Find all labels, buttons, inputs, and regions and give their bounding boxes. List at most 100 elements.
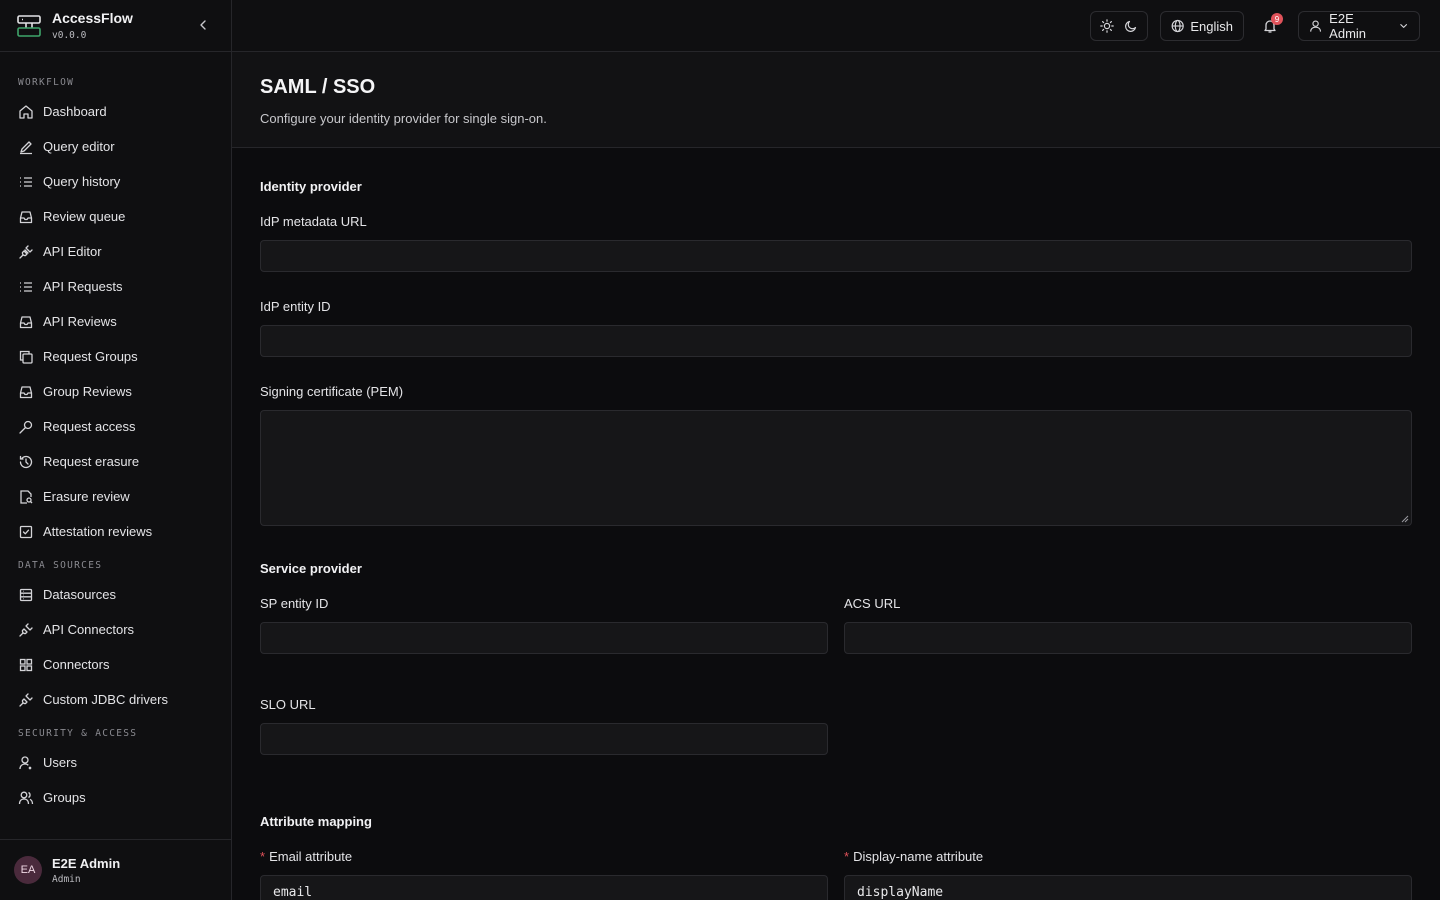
users-icon bbox=[18, 791, 34, 804]
slo-url-input[interactable] bbox=[260, 723, 828, 755]
brand-version: v0.0.0 bbox=[52, 30, 87, 41]
sidebar-item-request-erasure[interactable]: Request erasure bbox=[0, 444, 231, 479]
theme-toggle-group bbox=[1090, 11, 1148, 41]
page-title: SAML / SSO bbox=[260, 76, 376, 98]
sidebar-item-label: Attestation reviews bbox=[43, 524, 153, 539]
sp-entity-id-input[interactable] bbox=[260, 622, 828, 654]
sidebar: AccessFlow v0.0.0 WORKFLOW Dashboard Que… bbox=[0, 0, 232, 900]
server-logo-icon bbox=[17, 14, 41, 37]
sp-entity-id-label: SP entity ID bbox=[260, 596, 329, 611]
home-icon bbox=[19, 104, 33, 119]
sidebar-item-api-reviews[interactable]: API Reviews bbox=[0, 304, 231, 339]
sidebar-item-api-editor[interactable]: API Editor bbox=[0, 234, 231, 269]
inbox-icon bbox=[19, 315, 33, 328]
brand-header: AccessFlow v0.0.0 bbox=[0, 0, 231, 52]
sidebar-item-users[interactable]: Users bbox=[0, 745, 231, 780]
section-attribute-mapping-title: Attribute mapping bbox=[260, 814, 372, 829]
sun-icon[interactable] bbox=[1100, 19, 1114, 33]
sidebar-item-label: API Reviews bbox=[43, 314, 117, 329]
idp-metadata-url-label: IdP metadata URL bbox=[260, 214, 367, 229]
sp-entity-id-value bbox=[261, 623, 827, 641]
display-name-attribute-input[interactable]: displayName bbox=[844, 875, 1412, 900]
sidebar-item-label: Datasources bbox=[43, 587, 116, 602]
list-icon bbox=[20, 176, 32, 187]
page-header: SAML / SSO Configure your identity provi… bbox=[232, 52, 1440, 148]
acs-url-input[interactable] bbox=[844, 622, 1412, 654]
idp-metadata-url-input[interactable] bbox=[260, 240, 1412, 272]
sidebar-item-query-history[interactable]: Query history bbox=[0, 164, 231, 199]
display-name-attribute-value: displayName bbox=[857, 885, 944, 900]
plug-icon bbox=[19, 244, 33, 259]
email-attribute-label-text: Email attribute bbox=[269, 849, 353, 864]
plug-icon bbox=[19, 622, 33, 637]
sidebar-item-api-connectors[interactable]: API Connectors bbox=[0, 612, 231, 647]
display-name-attribute-label: * Display-name attribute bbox=[844, 849, 983, 864]
sidebar-item-label: Query editor bbox=[43, 139, 115, 154]
section-service-provider-title: Service provider bbox=[260, 561, 362, 576]
notification-badge: 9 bbox=[1271, 13, 1283, 25]
sidebar-item-query-editor[interactable]: Query editor bbox=[0, 129, 231, 164]
copy-icon bbox=[19, 350, 33, 364]
sidebar-item-request-access[interactable]: Request access bbox=[0, 409, 231, 444]
sidebar-user-role: Admin bbox=[52, 873, 81, 885]
idp-entity-id-input[interactable] bbox=[260, 325, 1412, 357]
sidebar-item-review-queue[interactable]: Review queue bbox=[0, 199, 231, 234]
email-attribute-label: * Email attribute bbox=[260, 849, 352, 864]
sidebar-item-label: API Requests bbox=[43, 279, 123, 294]
page-subtitle: Configure your identity provider for sin… bbox=[260, 111, 547, 126]
sidebar-item-groups[interactable]: Groups bbox=[0, 780, 231, 815]
sidebar-item-label: Groups bbox=[43, 790, 86, 805]
sidebar-item-label: Review queue bbox=[43, 209, 126, 224]
display-name-attribute-label-text: Display-name attribute bbox=[853, 849, 984, 864]
required-marker: * bbox=[844, 849, 850, 864]
email-attribute-input[interactable]: email bbox=[260, 875, 828, 900]
sidebar-user-card[interactable]: EA E2E Admin Admin bbox=[0, 839, 231, 900]
key-icon bbox=[19, 420, 33, 434]
brand-name: AccessFlow bbox=[52, 10, 133, 26]
sidebar-item-attestation-reviews[interactable]: Attestation reviews bbox=[0, 514, 231, 549]
slo-url-value bbox=[261, 724, 827, 742]
required-marker: * bbox=[260, 849, 266, 864]
moon-icon[interactable] bbox=[1124, 19, 1138, 33]
sidebar-item-label: Connectors bbox=[43, 657, 110, 672]
signing-certificate-textarea[interactable] bbox=[260, 410, 1412, 526]
file-search-icon bbox=[20, 489, 33, 504]
sidebar-item-label: Users bbox=[43, 755, 77, 770]
sidebar-item-dashboard[interactable]: Dashboard bbox=[0, 94, 231, 129]
grid-icon bbox=[19, 658, 33, 671]
sidebar-item-label: Dashboard bbox=[43, 104, 107, 119]
slo-url-label: SLO URL bbox=[260, 697, 316, 712]
user-menu-button[interactable]: E2E Admin bbox=[1298, 11, 1420, 41]
resize-handle-icon[interactable] bbox=[1401, 515, 1409, 523]
sidebar-item-label: Erasure review bbox=[43, 489, 130, 504]
sidebar-item-datasources[interactable]: Datasources bbox=[0, 577, 231, 612]
language-selector[interactable]: English bbox=[1160, 11, 1244, 41]
sidebar-item-connectors[interactable]: Connectors bbox=[0, 647, 231, 682]
sidebar-item-label: Request erasure bbox=[43, 454, 140, 469]
idp-entity-id-label: IdP entity ID bbox=[260, 299, 331, 314]
email-attribute-value: email bbox=[273, 885, 313, 900]
avatar: EA bbox=[14, 856, 42, 884]
list-icon bbox=[20, 281, 32, 292]
inbox-icon bbox=[19, 210, 33, 223]
sidebar-item-erasure-review[interactable]: Erasure review bbox=[0, 479, 231, 514]
sidebar-item-custom-jdbc-drivers[interactable]: Custom JDBC drivers bbox=[0, 682, 231, 717]
database-icon bbox=[19, 588, 33, 601]
sidebar-item-api-requests[interactable]: API Requests bbox=[0, 269, 231, 304]
plug-icon bbox=[19, 692, 33, 707]
inbox-icon bbox=[19, 385, 33, 398]
section-title-data-sources: DATA SOURCES bbox=[18, 560, 103, 571]
topbar: English 9 E2E Admin bbox=[232, 0, 1440, 52]
sidebar-item-request-groups[interactable]: Request Groups bbox=[0, 339, 231, 374]
sidebar-item-group-reviews[interactable]: Group Reviews bbox=[0, 374, 231, 409]
signing-certificate-label: Signing certificate (PEM) bbox=[260, 384, 404, 399]
sidebar-item-label: Custom JDBC drivers bbox=[43, 692, 168, 707]
idp-metadata-url-value bbox=[261, 241, 1411, 259]
globe-icon bbox=[1171, 19, 1184, 33]
sidebar-item-label: Group Reviews bbox=[43, 384, 132, 399]
history-icon bbox=[19, 455, 33, 468]
chevron-left-icon[interactable] bbox=[195, 17, 211, 33]
user-cog-icon bbox=[19, 755, 32, 769]
sidebar-nav: WORKFLOW Dashboard Query editor Query hi… bbox=[0, 52, 231, 815]
sidebar-item-label: API Connectors bbox=[43, 622, 135, 637]
